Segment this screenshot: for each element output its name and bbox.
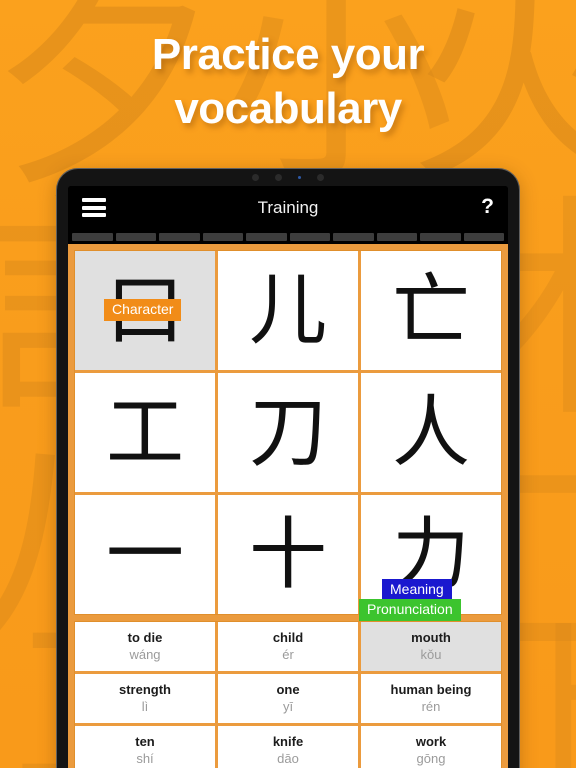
word-meaning: child: [272, 630, 304, 646]
character-cell[interactable]: 刀: [218, 373, 358, 492]
word-pinyin: rén: [421, 698, 441, 714]
character-cell[interactable]: 儿: [218, 251, 358, 370]
word-pinyin: gōng: [416, 750, 446, 766]
character-cell[interactable]: 亡: [361, 251, 501, 370]
character-cell[interactable]: 一: [75, 495, 215, 614]
progress-segment: [72, 233, 113, 241]
word-pinyin: dāo: [277, 750, 299, 766]
app-bar-title: Training: [257, 198, 319, 217]
word-pinyin: kǒu: [420, 646, 442, 662]
app-content: 口 儿 亡 工 刀 人 一 十 力 to die wáng ch: [68, 244, 508, 768]
word-meaning: knife: [272, 734, 304, 750]
word-grid: to die wáng child ér mouth kǒu strength …: [74, 621, 502, 768]
hamburger-bar: [82, 205, 106, 210]
progress-segment: [115, 233, 156, 241]
word-cell[interactable]: strength lì: [75, 674, 215, 723]
progress-segment: [333, 233, 374, 241]
progress-bar: [68, 230, 508, 244]
headline-line-1: Practice your: [151, 30, 425, 79]
word-cell[interactable]: mouth kǒu: [361, 622, 501, 671]
help-icon[interactable]: ?: [481, 196, 494, 217]
tablet-device: Training ? 口 儿 亡: [56, 168, 520, 768]
word-meaning: ten: [135, 734, 155, 750]
word-meaning: work: [415, 734, 447, 750]
promo-screenshot: 夕 小 火 言 木 八 口 工 上 Practice your vocabula…: [0, 0, 576, 768]
led-dot-icon: [298, 175, 301, 179]
word-pinyin: shí: [136, 750, 154, 766]
progress-segment: [246, 233, 287, 241]
word-cell[interactable]: one yī: [218, 674, 358, 723]
progress-segment: [202, 233, 243, 241]
character-cell[interactable]: 人: [361, 373, 501, 492]
word-meaning: one: [276, 682, 300, 698]
progress-segment: [420, 233, 461, 241]
word-cell[interactable]: child ér: [218, 622, 358, 671]
callout-character: Character: [104, 299, 182, 321]
word-meaning: mouth: [411, 630, 451, 646]
camera-dot-icon: [252, 173, 259, 181]
progress-segment: [159, 233, 200, 241]
progress-segment: [376, 233, 417, 241]
word-cell[interactable]: to die wáng: [75, 622, 215, 671]
word-cell[interactable]: knife dāo: [218, 726, 358, 768]
camera-dot-icon: [317, 173, 324, 181]
progress-segment: [463, 233, 504, 241]
app-bar: Training ?: [68, 186, 508, 230]
word-cell[interactable]: human being rén: [361, 674, 501, 723]
word-cell[interactable]: work gōng: [361, 726, 501, 768]
promo-headline: Practice your vocabulary: [0, 28, 576, 135]
hamburger-bar: [82, 213, 106, 217]
word-meaning: human being: [390, 682, 472, 698]
word-meaning: strength: [119, 682, 171, 698]
character-cell[interactable]: 十: [218, 495, 358, 614]
word-pinyin: wáng: [129, 646, 161, 662]
word-pinyin: lì: [141, 698, 149, 714]
callout-pronunciation: Pronunciation: [359, 599, 461, 621]
callout-meaning: Meaning: [382, 579, 452, 601]
progress-segment: [289, 233, 330, 241]
tablet-screen: Training ? 口 儿 亡: [68, 186, 508, 768]
character-cell[interactable]: 工: [75, 373, 215, 492]
hamburger-icon[interactable]: [82, 198, 106, 217]
word-pinyin: ér: [282, 646, 294, 662]
tablet-top-bezel: [56, 168, 520, 186]
word-cell[interactable]: ten shí: [75, 726, 215, 768]
hamburger-bar: [82, 198, 106, 202]
headline-line-2: vocabulary: [174, 83, 402, 133]
word-pinyin: yī: [282, 698, 294, 714]
word-meaning: to die: [127, 630, 163, 646]
camera-dot-icon: [275, 173, 282, 181]
